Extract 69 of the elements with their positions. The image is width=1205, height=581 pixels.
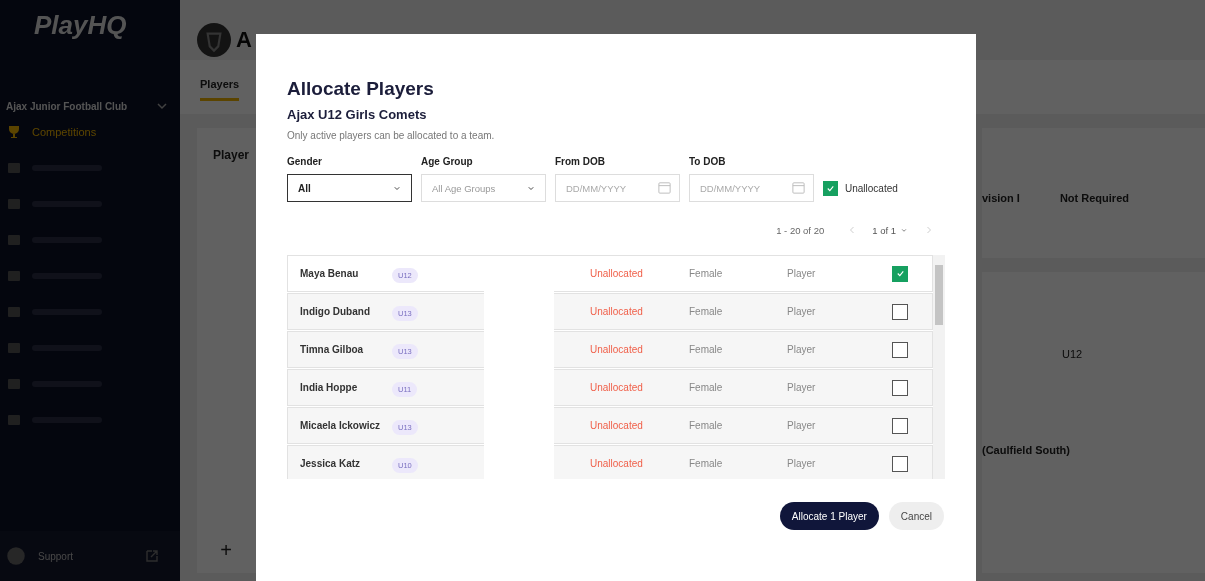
field-label: Gender	[287, 156, 323, 167]
player-name: Maya Benau	[299, 268, 360, 279]
scrollbar[interactable]	[933, 255, 945, 479]
player-name: Indigo Duband	[299, 306, 371, 317]
gender-text: Female	[689, 420, 724, 431]
checkbox[interactable]	[892, 417, 908, 434]
checkbox[interactable]	[892, 455, 908, 472]
nav-icon	[6, 160, 22, 176]
role-text: Player	[787, 458, 817, 469]
status-text: Unallocated	[590, 382, 644, 393]
logo: PlayHQ	[33, 9, 128, 42]
role-text: Player	[787, 344, 817, 355]
nav-icon	[6, 376, 22, 392]
page-title: A	[236, 27, 252, 53]
status-text: Unallocated	[590, 344, 644, 355]
role-text: Player	[787, 306, 817, 317]
detail-value: (Caulfield South)	[982, 444, 1071, 456]
nav-icon	[6, 268, 22, 284]
checkbox[interactable]	[823, 180, 838, 196]
detail-value: U12	[1062, 348, 1084, 360]
status-text: Unallocated	[590, 420, 644, 431]
role-text: Player	[787, 382, 817, 393]
nav-icon	[6, 340, 22, 356]
status-text: Unallocated	[590, 268, 644, 279]
gender-text: Female	[689, 344, 724, 355]
date-field[interactable]: DD/MM/YYYY	[689, 174, 814, 202]
gender-text: Female	[689, 268, 724, 279]
date-field[interactable]: DD/MM/YYYY	[555, 174, 680, 202]
result-count: 1 - 20 of 20	[776, 224, 825, 236]
modal-title: Allocate Players	[287, 78, 435, 100]
status-text: Unallocated	[590, 306, 644, 317]
detail-value: Not Required	[1059, 192, 1129, 204]
field-label: To DOB	[689, 156, 727, 167]
gender-text: Female	[689, 306, 724, 317]
page-select[interactable]: 1 of 1	[872, 224, 909, 236]
field-label: Age Group	[421, 156, 474, 167]
calendar-icon	[791, 180, 806, 195]
role-text: Player	[787, 420, 817, 431]
trophy-icon	[6, 124, 22, 140]
team-name: Ajax U12 Girls Comets	[287, 107, 428, 122]
status-text: Unallocated	[590, 458, 644, 469]
support-icon	[6, 546, 26, 566]
checkbox-label: Unallocated	[845, 182, 898, 194]
checkbox[interactable]	[892, 341, 908, 358]
role-text: Player	[787, 268, 817, 279]
gender-text: Female	[689, 458, 724, 469]
checkbox[interactable]	[892, 303, 908, 320]
nav-icon	[6, 232, 22, 248]
dropdown[interactable]: All	[287, 174, 412, 202]
field-label: From DOB	[555, 156, 606, 167]
checkbox[interactable]	[892, 265, 908, 282]
gender-text: Female	[689, 382, 724, 393]
info-text: Only active players can be allocated to a team.	[287, 130, 496, 141]
player-name: India Hoppe	[299, 382, 359, 393]
nav-icon	[6, 196, 22, 212]
external-link-icon	[144, 548, 160, 564]
card-title: Player	[213, 148, 250, 162]
club-logo-icon	[197, 23, 231, 57]
scrollbar-thumb[interactable]	[935, 265, 943, 325]
allocate-button[interactable]: Allocate 1 Player	[779, 502, 879, 530]
detail-value: vision I	[982, 192, 1020, 204]
nav-icon	[6, 412, 22, 428]
cancel-button[interactable]: Cancel	[888, 502, 944, 530]
nav-icon	[6, 304, 22, 320]
player-name: Micaela Ickowicz	[299, 420, 382, 431]
checkbox[interactable]	[892, 379, 908, 396]
player-name: Jessica Katz	[299, 458, 362, 469]
calendar-icon	[657, 180, 672, 195]
player-name: Timna Gilboa	[299, 344, 365, 355]
